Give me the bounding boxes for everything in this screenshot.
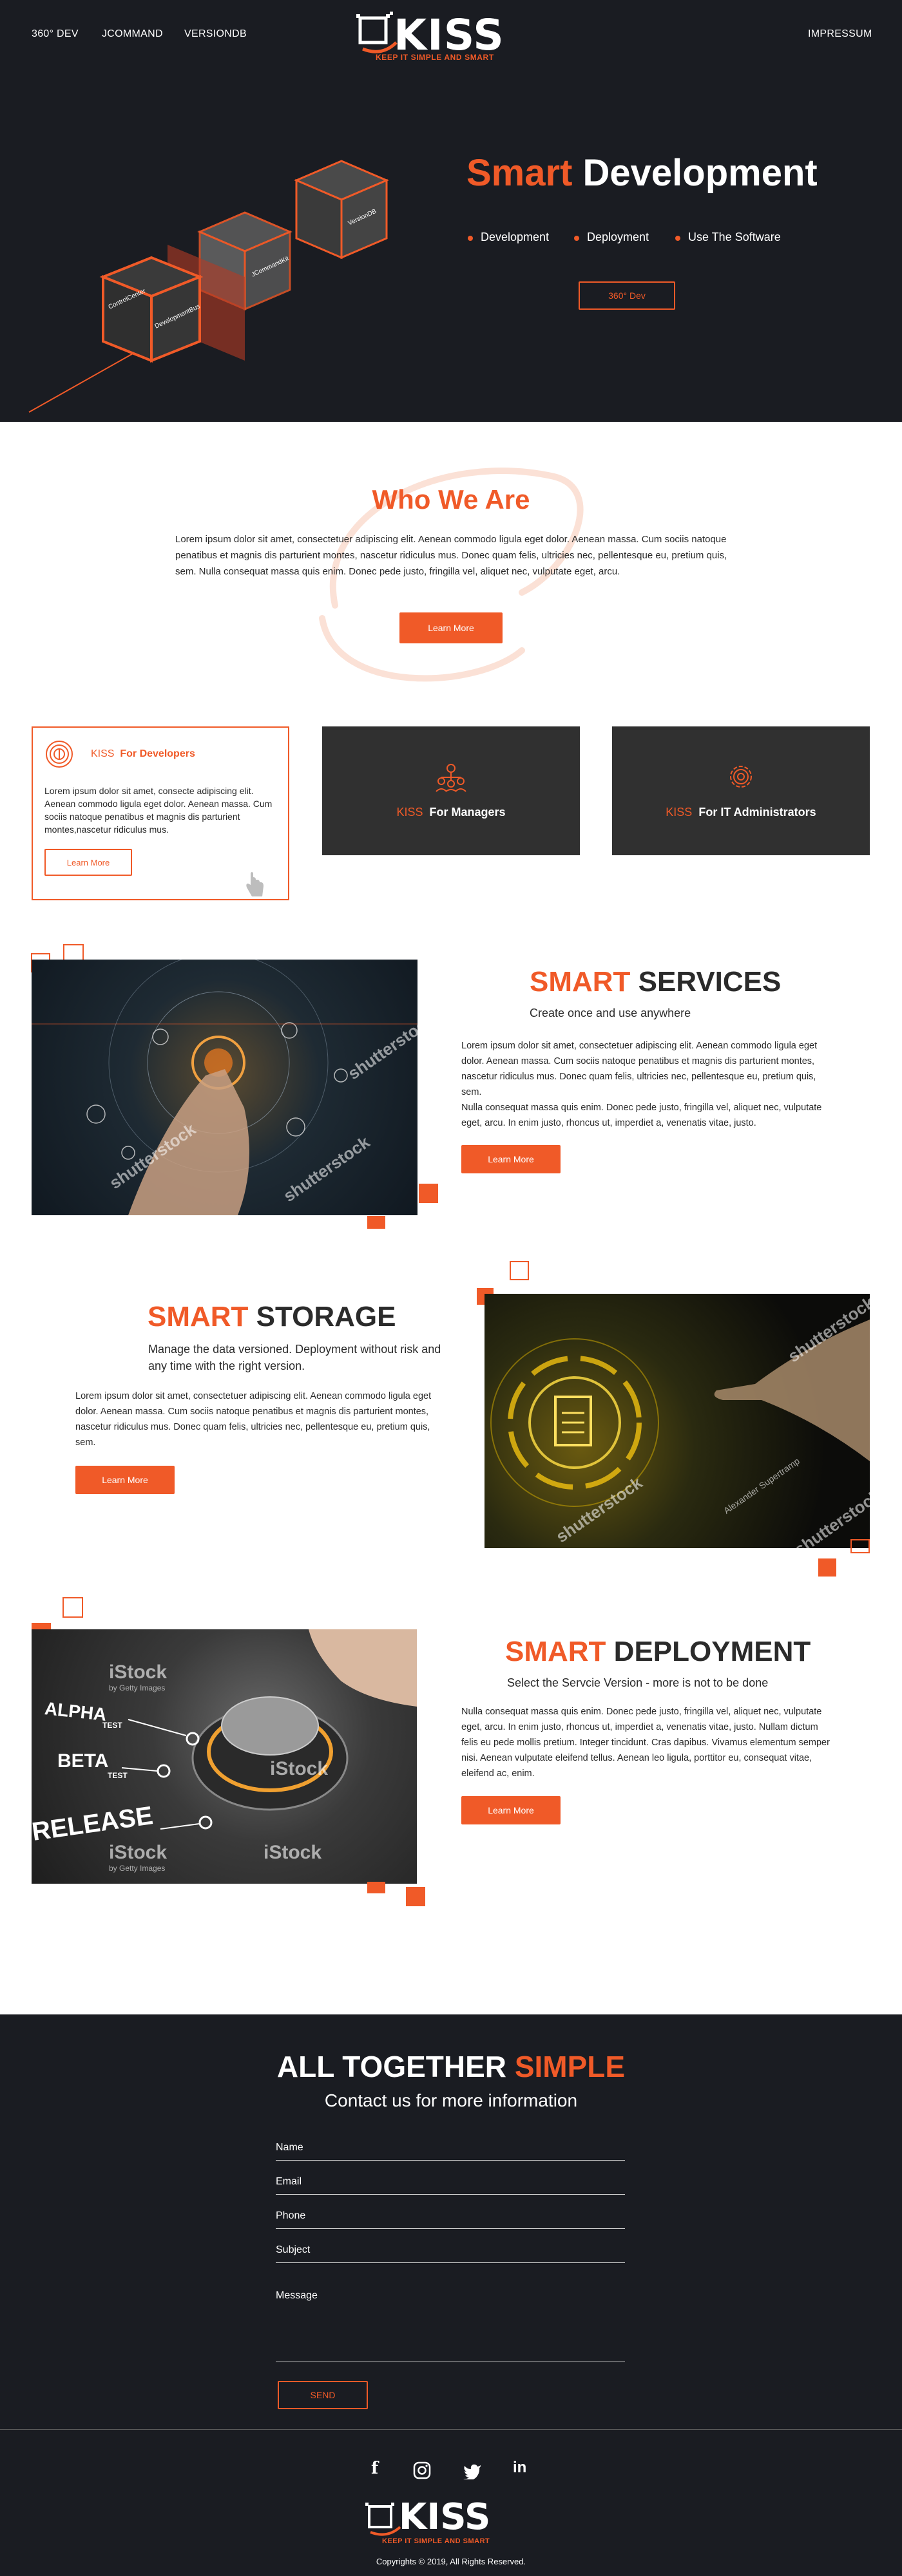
card-dev-text: Lorem ipsum dolor sit amet, consecte adi…	[44, 786, 273, 835]
services-photo: shutterstock shutterstock shutterstock	[32, 960, 417, 1215]
services-title: SMART SERVICES	[530, 966, 782, 998]
services-learn-more-button[interactable]: Learn More	[461, 1145, 561, 1173]
linkedin-icon[interactable]: in	[513, 2459, 526, 2477]
card-for-it-administrators[interactable]: KISS For IT Administrators	[612, 726, 870, 855]
deployment-text: Nulla consequat massa quis enim. Donec p…	[461, 1707, 830, 1779]
logo-tagline: KEEP IT SIMPLE AND SMART	[376, 53, 494, 62]
deployment-title: SMART DEPLOYMENT	[505, 1636, 811, 1667]
card-dev-learn-more-button[interactable]: Learn More	[44, 849, 132, 876]
storage-learn-more-button[interactable]: Learn More	[75, 1466, 175, 1494]
who-we-are-title: Who We Are	[372, 484, 530, 515]
services-text-2: Nulla consequat massa quis enim. Donec p…	[461, 1103, 822, 1128]
watermark-sub: by Getty Images	[109, 1864, 166, 1873]
contact-subtitle: Contact us for more information	[324, 2090, 578, 2110]
deployment-subtitle: Select the Servcie Version - more is not…	[507, 1676, 769, 1689]
nav-link-jcommand[interactable]: JCOMMAND	[102, 28, 163, 40]
logo-tagline: KEEP IT SIMPLE AND SMART	[382, 2537, 490, 2545]
card-managers-title: KISS For Managers	[396, 806, 506, 819]
hand-cursor-icon	[246, 872, 264, 896]
hero-bullet-development: Development	[467, 231, 550, 243]
fingerprint-icon	[46, 741, 73, 768]
hero-360-dev-button[interactable]: 360° Dev	[579, 281, 675, 310]
deco-square	[419, 1184, 438, 1203]
deployment-photo: ALPHA TEST BETA TEST RELEASE iStock by G…	[32, 1629, 417, 1884]
deco-square	[510, 1261, 529, 1280]
photo-label-test: TEST	[102, 1721, 122, 1730]
watermark: iStock	[109, 1842, 168, 1863]
deco-square	[850, 1539, 870, 1553]
instagram-icon[interactable]	[413, 2461, 431, 2479]
footer-divider	[0, 2429, 902, 2430]
deco-square	[406, 1887, 425, 1906]
network-graphic	[32, 960, 417, 1215]
deco-square	[367, 1216, 385, 1229]
storage-text: Lorem ipsum dolor sit amet, consectetuer…	[75, 1391, 432, 1448]
phone-field[interactable]: Phone	[276, 2210, 625, 2229]
logo-wordmark: KISS	[399, 2496, 491, 2538]
twitter-icon[interactable]	[463, 2463, 482, 2479]
services-text-1: Lorem ipsum dolor sit amet, consectetuer…	[461, 1041, 818, 1097]
card-dev-title: KISS For Developers	[91, 748, 195, 759]
storage-photo: shutterstock shutterstock shutterstock A…	[485, 1294, 870, 1548]
gear-icon	[730, 766, 752, 788]
storage-subtitle: Manage the data versioned. Deployment wi…	[148, 1343, 441, 1372]
hero-cubes-illustration: VersionDB JCommandKit ControlCenter Deve…	[28, 160, 389, 413]
subject-field[interactable]: Subject	[276, 2244, 625, 2263]
nav-link-impressum[interactable]: IMPRESSUM	[808, 28, 872, 40]
card-for-managers[interactable]: KISS For Managers	[322, 726, 580, 855]
site-logo[interactable]: KISS KEEP IT SIMPLE AND SMART	[356, 8, 550, 66]
who-we-are-text: Lorem ipsum dolor sit amet, consectetuer…	[175, 534, 727, 577]
send-button[interactable]: SEND	[278, 2381, 368, 2409]
email-field[interactable]: Email	[276, 2176, 625, 2195]
contact-section: ALL TOGETHER SIMPLE Contact us for more …	[0, 2014, 902, 2576]
deployment-learn-more-button[interactable]: Learn More	[461, 1796, 561, 1824]
who-learn-more-button[interactable]: Learn More	[399, 612, 503, 643]
deco-square	[818, 1558, 836, 1577]
watermark: iStock	[270, 1758, 329, 1779]
hero-bullet-use-software: Use The Software	[675, 231, 781, 243]
card-for-developers[interactable]: KISS For Developers Lorem ipsum dolor si…	[32, 726, 289, 900]
watermark: iStock	[109, 1662, 168, 1683]
deco-square	[367, 1882, 385, 1893]
message-field[interactable]: Message	[276, 2290, 625, 2362]
watermark: iStock	[264, 1842, 322, 1863]
storage-title: SMART STORAGE	[148, 1301, 396, 1332]
facebook-icon[interactable]: f	[371, 2459, 378, 2478]
copyright-text: Copyrights © 2019, All Rights Reserved.	[376, 2557, 526, 2566]
logo-mark-icon	[365, 2503, 401, 2536]
services-subtitle: Create once and use anywhere	[530, 1007, 691, 1019]
footer-logo[interactable]: KISS KEEP IT SIMPLE AND SMART	[365, 2495, 539, 2550]
hero-section: 360° DEV JCOMMAND VERSIONDB IMPRESSUM KI…	[0, 0, 902, 422]
deco-square	[62, 1597, 83, 1618]
nav-link-360-dev[interactable]: 360° DEV	[32, 28, 79, 40]
nav-link-versiondb[interactable]: VERSIONDB	[184, 28, 247, 40]
watermark-sub: by Getty Images	[109, 1683, 166, 1692]
hero-bullet-deployment: Deployment	[573, 231, 649, 243]
contact-title: ALL TOGETHER SIMPLE	[276, 2050, 626, 2083]
photo-label-beta: BETA	[57, 1750, 109, 1772]
hero-title: Smart Development	[466, 152, 818, 194]
photo-label-test: TEST	[108, 1771, 128, 1780]
team-icon	[436, 764, 466, 792]
name-field[interactable]: Name	[276, 2142, 625, 2161]
card-admins-title: KISS For IT Administrators	[666, 806, 816, 819]
